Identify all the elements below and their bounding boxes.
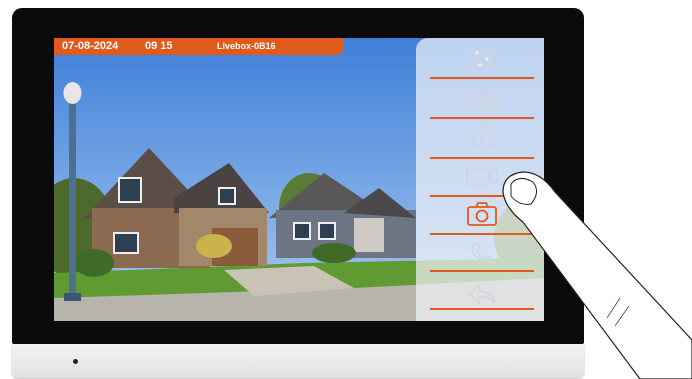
video-screen: 07-08-2024 09 15 Livebox-0B16 bbox=[54, 38, 544, 321]
time-label: 09 15 bbox=[145, 40, 173, 52]
settings-button[interactable] bbox=[430, 40, 534, 78]
date-label: 07-08-2024 bbox=[62, 40, 119, 52]
status-bar: 07-08-2024 09 15 Livebox-0B16 bbox=[54, 38, 344, 55]
camera-icon bbox=[467, 202, 497, 226]
network-label: Livebox-0B16 bbox=[217, 41, 276, 51]
padlock-icon bbox=[472, 125, 492, 149]
gate-button[interactable] bbox=[430, 80, 534, 118]
video-camera-icon bbox=[466, 167, 498, 185]
sliders-icon bbox=[470, 50, 494, 68]
microphone-icon bbox=[73, 359, 78, 364]
finger-illustration bbox=[502, 171, 692, 379]
unlock-button[interactable] bbox=[430, 118, 534, 156]
back-arrow-icon bbox=[467, 283, 496, 305]
gate-icon bbox=[466, 92, 498, 111]
phone-icon bbox=[471, 243, 493, 263]
menu-divider bbox=[430, 77, 534, 79]
